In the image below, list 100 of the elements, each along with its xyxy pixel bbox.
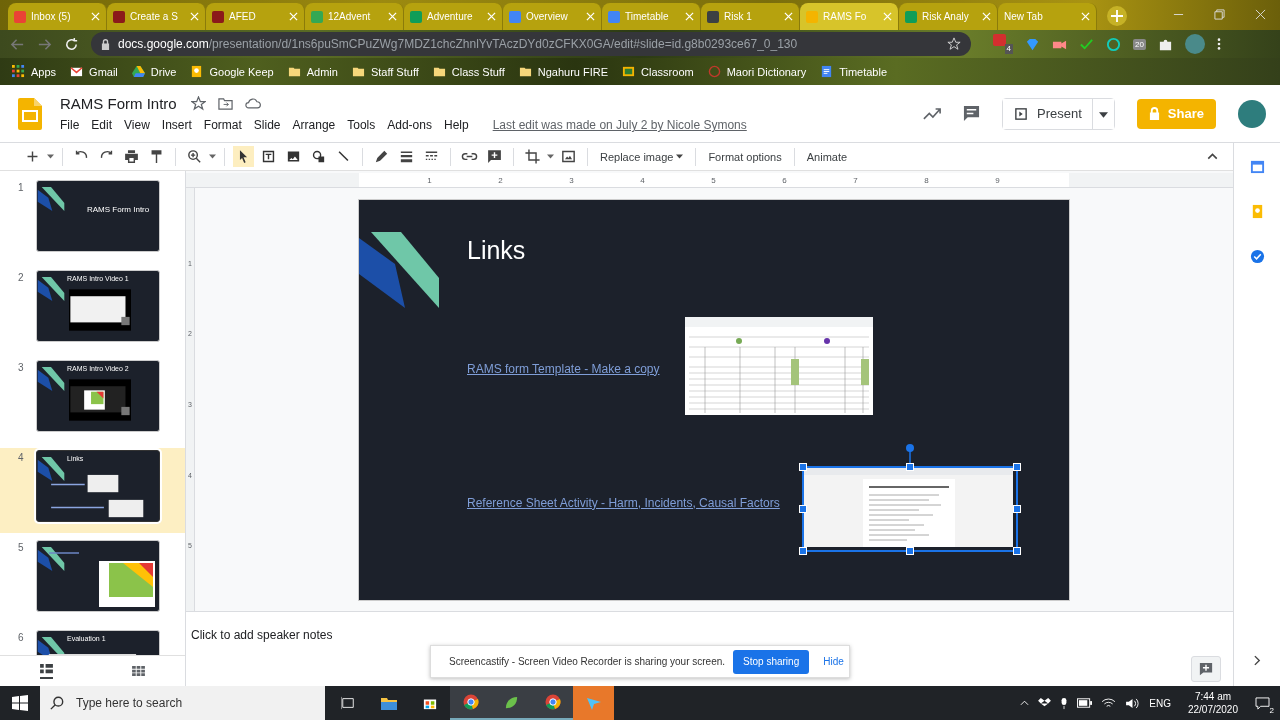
caret-icon[interactable] xyxy=(547,154,554,159)
animate-button[interactable]: Animate xyxy=(802,148,852,165)
windows-start-icon[interactable] xyxy=(12,695,28,711)
caret-icon[interactable] xyxy=(209,154,216,159)
battery-icon[interactable] xyxy=(1077,698,1093,708)
grid-view-icon[interactable] xyxy=(132,665,146,677)
menu-item[interactable]: View xyxy=(124,118,156,132)
star-icon[interactable] xyxy=(190,96,206,111)
close-icon[interactable] xyxy=(1255,9,1266,20)
bookmark[interactable]: Gmail xyxy=(70,65,118,78)
folder-icon xyxy=(351,65,365,78)
selection-handles[interactable] xyxy=(799,442,1021,555)
slide-thumbnail[interactable] xyxy=(36,540,160,612)
menu-item[interactable]: Add-ons xyxy=(387,118,438,132)
microphone-icon[interactable] xyxy=(1060,696,1069,710)
caret-icon[interactable] xyxy=(47,154,54,159)
chrome-icon[interactable] xyxy=(450,686,491,720)
menu-item[interactable]: Tools xyxy=(347,118,382,132)
input-language-indicator[interactable]: ENG xyxy=(1149,697,1171,709)
present-button[interactable]: Present xyxy=(1003,98,1093,129)
restore-icon[interactable] xyxy=(1214,9,1225,20)
bookmark[interactable]: Google Keep xyxy=(190,65,274,78)
slide-canvas[interactable]: Links RAMS form Template - Make a copy Reference Sheet Activity - Harm, Incidents, Causal Factors xyxy=(359,199,1069,600)
replace-image-button[interactable]: Replace image xyxy=(596,148,688,165)
bookmark-icon xyxy=(190,65,204,78)
bookmark[interactable]: Class Stuff xyxy=(432,65,505,78)
bookmark[interactable]: Ngahuru FIRE xyxy=(518,65,609,78)
profile-avatar[interactable] xyxy=(1238,99,1266,128)
slide-thumbnail[interactable]: RAMS Form Intro xyxy=(36,180,160,252)
slide-number: 6 xyxy=(18,631,25,645)
last-edit-link[interactable]: Last edit was made on July 2 by Nicole Symons xyxy=(492,118,747,132)
explore-button[interactable] xyxy=(1191,656,1221,682)
bookmark[interactable]: Drive xyxy=(131,65,177,78)
logo-shape-icon xyxy=(359,231,439,308)
chrome-icon[interactable] xyxy=(532,686,573,720)
lock-icon xyxy=(101,38,110,50)
caret-icon xyxy=(1098,112,1108,118)
extension-badge[interactable]: 20 xyxy=(1133,38,1146,50)
slide-number: 5 xyxy=(18,541,25,555)
calendar-icon[interactable] xyxy=(1249,159,1265,174)
slide-number: 2 xyxy=(18,271,25,285)
menu-item[interactable]: Format xyxy=(203,118,248,132)
menu-item[interactable]: File xyxy=(60,118,86,132)
bookmark[interactable]: Timetable xyxy=(820,65,888,78)
bookmark[interactable]: Maori Dictionary xyxy=(707,65,807,78)
caret-icon xyxy=(676,154,684,159)
bookmark-icon xyxy=(131,65,145,78)
logo-shape-icon xyxy=(37,547,65,571)
bookmark[interactable]: Classroom xyxy=(622,65,694,78)
hyperlink[interactable]: RAMS form Template - Make a copy xyxy=(467,361,660,376)
sharing-message: Screencastify - Screen Video Recorder is sharing your screen. xyxy=(449,656,726,667)
bookmark[interactable]: Staff Stuff xyxy=(351,65,419,78)
logo-shape-icon xyxy=(37,637,65,655)
video-drawing xyxy=(69,379,131,421)
wifi-icon[interactable] xyxy=(1101,697,1117,709)
menu-item[interactable]: Slide xyxy=(253,118,287,132)
address-bar[interactable]: docs.google.com/presentation/d/1ns6puSmCPuZWg7MDZ1chcZhnlYvTAczDYd0zCFKX0GA/edit#slide=id.g8b0293ce67_0_130 xyxy=(91,32,971,56)
check-icon[interactable] xyxy=(1079,36,1094,52)
menu-item[interactable]: Insert xyxy=(161,118,198,132)
slide-title[interactable]: Links xyxy=(467,235,526,265)
horizontal-ruler[interactable]: 1 2 3 4 5 6 7 8 9 xyxy=(186,173,1233,188)
folder-icon xyxy=(287,65,301,78)
bookmark[interactable]: Admin xyxy=(287,65,338,78)
apps-grid-icon xyxy=(12,65,25,78)
bookmark-icon xyxy=(820,65,834,78)
format-options-button[interactable]: Format options xyxy=(704,148,786,165)
search-icon xyxy=(50,696,64,710)
document-screenshot-drawing[interactable] xyxy=(803,466,1013,547)
more-icon[interactable] xyxy=(1216,37,1221,51)
slide-number: 3 xyxy=(18,361,25,375)
taskbar-search-field[interactable]: Type here to search xyxy=(40,686,325,720)
tasks-icon[interactable] xyxy=(1249,249,1265,264)
logo-shape-icon xyxy=(37,457,65,481)
comment-icon[interactable] xyxy=(963,105,981,122)
expand-panel-icon[interactable] xyxy=(1253,655,1261,666)
hide-button[interactable]: Hide xyxy=(817,655,850,668)
swirl-icon[interactable] xyxy=(1106,36,1121,52)
reload-icon[interactable] xyxy=(64,36,79,52)
speaker-notes-field[interactable]: Click to add speaker notes xyxy=(186,612,1233,642)
slide-title: RAMS Form Intro xyxy=(87,205,150,214)
stop-sharing-button[interactable]: Stop sharing xyxy=(733,649,810,674)
cursor-icon[interactable] xyxy=(233,146,254,167)
menu-item[interactable]: Help xyxy=(443,118,475,132)
slide-number: 1 xyxy=(18,181,25,195)
hyperlink[interactable]: Reference Sheet Activity - Harm, Incidents, Causal Factors xyxy=(467,495,780,510)
move-folder-icon[interactable] xyxy=(217,96,233,111)
folder-icon xyxy=(518,65,532,78)
speaker-icon[interactable] xyxy=(1125,697,1141,709)
bookmark[interactable]: Apps xyxy=(12,65,57,78)
document-title[interactable]: RAMS Form Intro xyxy=(60,95,177,112)
menu-item[interactable]: Edit xyxy=(91,118,119,132)
new-tab-button[interactable] xyxy=(1107,6,1127,26)
crop-icon[interactable] xyxy=(522,146,543,167)
list-view-icon[interactable] xyxy=(39,663,53,679)
trending-up-icon[interactable] xyxy=(923,107,942,120)
dropbox-icon[interactable] xyxy=(1038,697,1052,709)
menu-item[interactable]: Arrange xyxy=(292,118,342,132)
logo-shape-icon xyxy=(37,367,65,391)
clock[interactable]: 7:44 am 22/07/2020 xyxy=(1187,690,1238,716)
chevron-up-icon[interactable] xyxy=(1020,700,1030,706)
